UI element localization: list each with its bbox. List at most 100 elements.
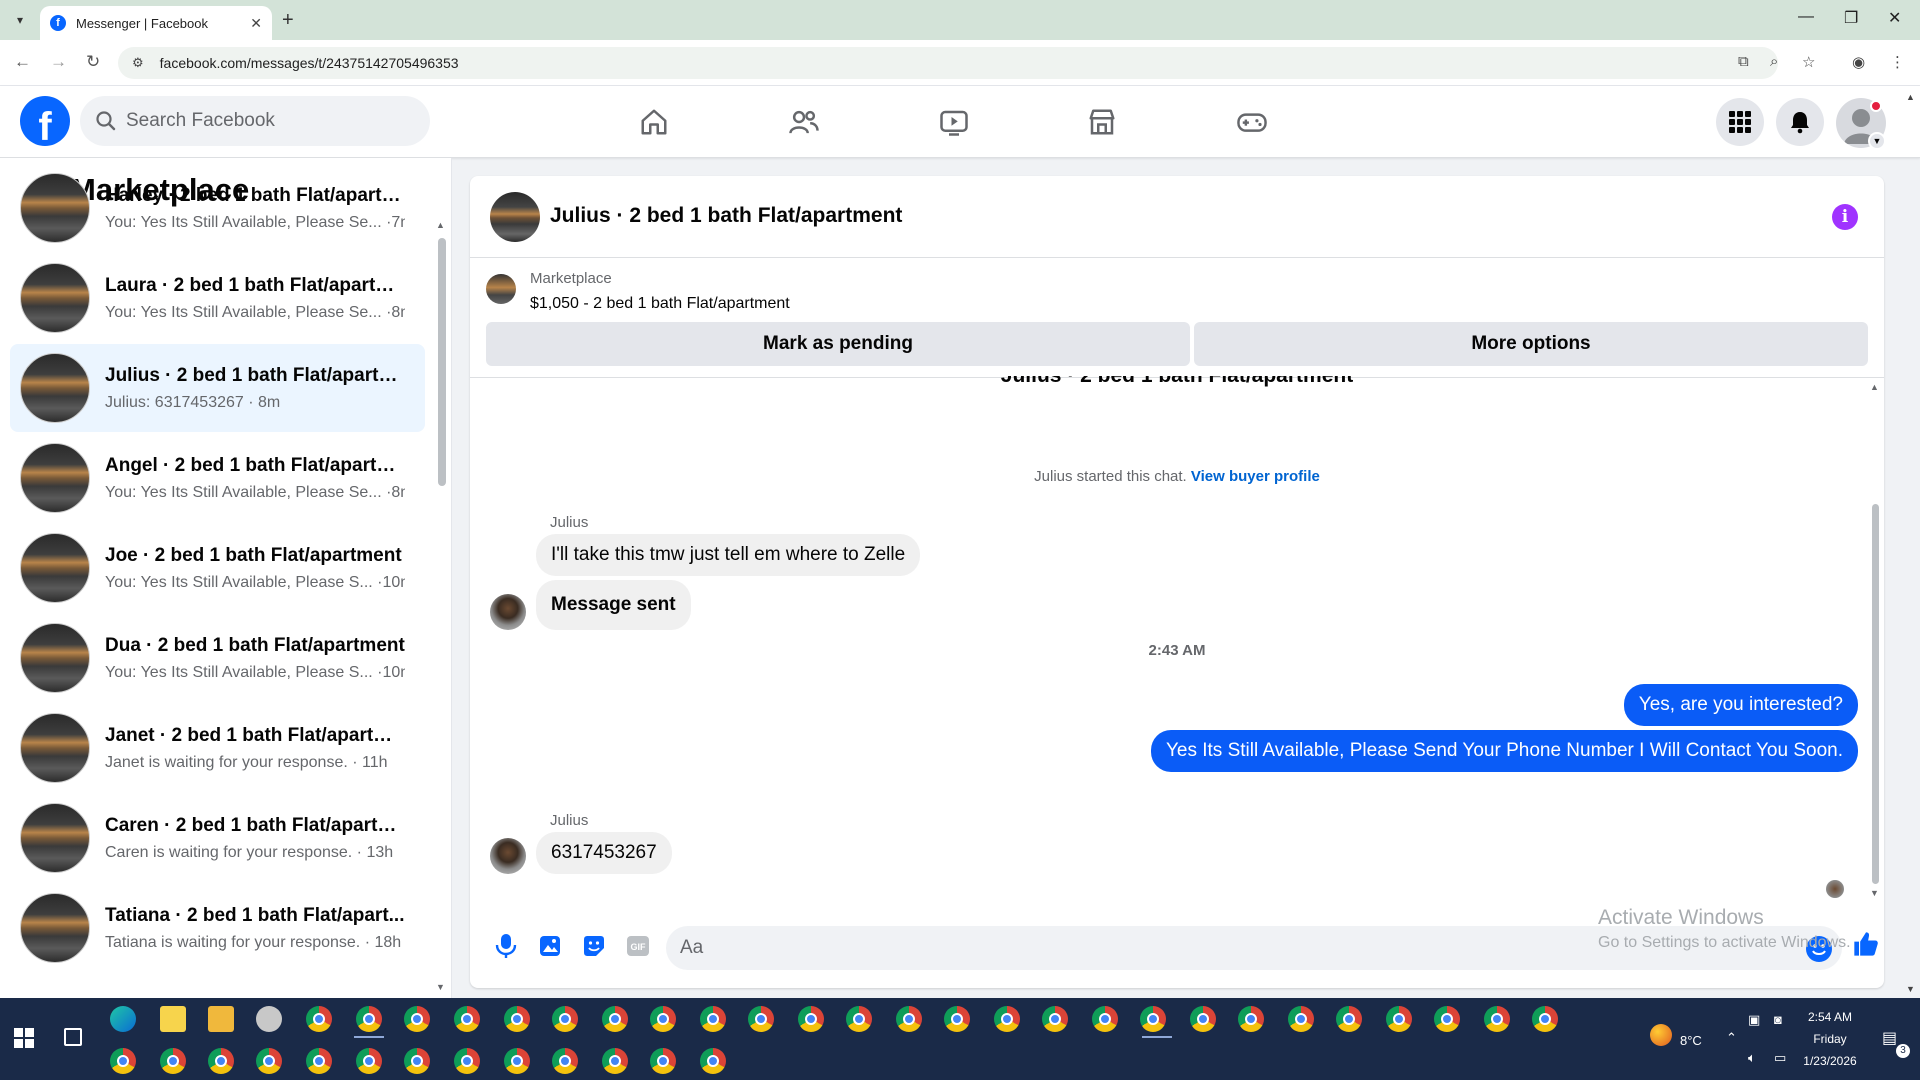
chrome-icon[interactable]: [994, 1006, 1020, 1032]
chrome-icon[interactable]: [454, 1006, 480, 1032]
notification-center-icon[interactable]: ▤: [1882, 1028, 1897, 1048]
minimize-icon[interactable]: —: [1798, 8, 1814, 26]
chevron-up-icon[interactable]: ⌃: [1726, 1030, 1737, 1046]
sidebar-scrollbar[interactable]: [438, 238, 446, 486]
conversation-item[interactable]: Harley · 2 bed 1 bath Flat/apartm... You:…: [10, 164, 425, 252]
conversation-item[interactable]: Angel · 2 bed 1 bath Flat/apartm... You: …: [10, 434, 425, 522]
chrome-icon[interactable]: [356, 1048, 382, 1074]
sticky-notes-icon[interactable]: [160, 1006, 186, 1032]
more-options-button[interactable]: More options: [1194, 322, 1868, 366]
account-chevron-icon[interactable]: ▼: [1868, 132, 1886, 150]
chrome-icon[interactable]: [208, 1048, 234, 1074]
incoming-message[interactable]: I'll take this tmw just tell em where to…: [536, 534, 921, 576]
chrome-icon[interactable]: [602, 1006, 628, 1032]
friends-icon[interactable]: [786, 104, 822, 140]
chrome-icon[interactable]: [1092, 1006, 1118, 1032]
task-view-icon[interactable]: [64, 1028, 82, 1046]
marketplace-icon[interactable]: [1084, 104, 1120, 140]
zoom-icon[interactable]: ⌕: [1770, 53, 1778, 70]
app-icon[interactable]: [256, 1006, 282, 1032]
mark-as-pending-button[interactable]: Mark as pending: [486, 322, 1190, 366]
chrome-icon[interactable]: [1238, 1006, 1264, 1032]
chrome-icon[interactable]: [748, 1006, 774, 1032]
chrome-icon[interactable]: [404, 1048, 430, 1074]
chrome-icon[interactable]: [602, 1048, 628, 1074]
outgoing-message[interactable]: Yes Its Still Available, Please Send You…: [1150, 730, 1858, 772]
home-icon[interactable]: [636, 104, 672, 140]
install-app-icon[interactable]: ⧉: [1738, 53, 1749, 70]
view-buyer-profile-link[interactable]: View buyer profile: [1191, 468, 1320, 485]
chrome-icon[interactable]: [944, 1006, 970, 1032]
listing-price-title[interactable]: $1,050 - 2 bed 1 bath Flat/apartment: [530, 295, 790, 313]
chrome-icon[interactable]: [700, 1048, 726, 1074]
chrome-icon[interactable]: [356, 1006, 382, 1032]
chrome-icon[interactable]: [306, 1048, 332, 1074]
close-window-icon[interactable]: ✕: [1888, 8, 1901, 28]
chrome-icon[interactable]: [1190, 1006, 1216, 1032]
windows-start-icon[interactable]: [14, 1028, 34, 1048]
volume-icon[interactable]: 🔈︎: [1748, 1050, 1756, 1066]
chrome-icon[interactable]: [1434, 1006, 1460, 1032]
chrome-icon[interactable]: [504, 1048, 530, 1074]
site-settings-icon[interactable]: ⚙: [132, 55, 144, 71]
chrome-icon[interactable]: [896, 1006, 922, 1032]
conversation-item[interactable]: Tatiana · 2 bed 1 bath Flat/apart... Tati…: [10, 884, 425, 972]
back-arrow-icon[interactable]: ←: [14, 52, 31, 72]
chrome-icon[interactable]: [650, 1006, 676, 1032]
menu-kebab-icon[interactable]: ⋮: [1890, 53, 1905, 71]
sticker-icon[interactable]: [580, 932, 608, 960]
scroll-down-arrow-icon[interactable]: ▼: [1870, 888, 1879, 898]
chrome-icon[interactable]: [1386, 1006, 1412, 1032]
chrome-icon[interactable]: [650, 1048, 676, 1074]
listing-thumbnail[interactable]: [486, 274, 516, 304]
chrome-icon[interactable]: [454, 1048, 480, 1074]
chrome-icon[interactable]: [504, 1006, 530, 1032]
conversation-item[interactable]: Janet · 2 bed 1 bath Flat/apartme... Jane…: [10, 704, 425, 792]
conversation-item[interactable]: Caren · 2 bed 1 bath Flat/apartm... Caren…: [10, 794, 425, 882]
temperature[interactable]: 8°C: [1680, 1033, 1702, 1048]
photo-icon[interactable]: [536, 932, 564, 960]
conversation-item[interactable]: Dua · 2 bed 1 bath Flat/apartment You: Ye…: [10, 614, 425, 702]
sender-avatar[interactable]: [490, 838, 526, 874]
microphone-icon[interactable]: [492, 932, 520, 960]
clock-day[interactable]: Friday: [1800, 1032, 1860, 1046]
edge-icon[interactable]: [110, 1006, 136, 1032]
conversation-item[interactable]: Laura · 2 bed 1 bath Flat/apartm... You: …: [10, 254, 425, 342]
tab-search-button[interactable]: ▾: [8, 8, 32, 32]
search-box[interactable]: [80, 96, 430, 146]
chrome-icon[interactable]: [700, 1006, 726, 1032]
info-icon[interactable]: i: [1832, 204, 1858, 230]
page-scroll-up-icon[interactable]: ▲: [1906, 92, 1915, 102]
scroll-down-arrow-icon[interactable]: ▼: [436, 982, 445, 992]
scroll-up-arrow-icon[interactable]: ▲: [436, 220, 445, 230]
sender-avatar[interactable]: [490, 594, 526, 630]
chrome-icon[interactable]: [1042, 1006, 1068, 1032]
incoming-message[interactable]: 6317453267: [536, 832, 672, 874]
chrome-icon[interactable]: [306, 1006, 332, 1032]
conversation-item[interactable]: Joe · 2 bed 1 bath Flat/apartment You: Ye…: [10, 524, 425, 612]
chrome-icon[interactable]: [552, 1006, 578, 1032]
network-icon[interactable]: ▭: [1774, 1050, 1786, 1066]
address-bar[interactable]: ⚙ facebook.com/messages/t/24375142705496…: [118, 47, 1778, 79]
chrome-icon[interactable]: [256, 1048, 282, 1074]
camera-icon[interactable]: ◙: [1774, 1012, 1782, 1027]
chrome-icon[interactable]: [552, 1048, 578, 1074]
profile-icon[interactable]: ◉: [1852, 53, 1865, 71]
chrome-icon[interactable]: [160, 1048, 186, 1074]
reload-icon[interactable]: ↻: [86, 52, 100, 72]
chat-scrollbar[interactable]: [1872, 504, 1879, 884]
outgoing-message[interactable]: Yes, are you interested?: [1623, 684, 1858, 726]
scroll-up-arrow-icon[interactable]: ▲: [1870, 382, 1879, 392]
notifications-bell-icon[interactable]: [1776, 98, 1824, 146]
file-explorer-icon[interactable]: [208, 1006, 234, 1032]
new-tab-button[interactable]: +: [282, 9, 294, 32]
chrome-icon[interactable]: [1288, 1006, 1314, 1032]
clock-date[interactable]: 1/23/2026: [1800, 1054, 1860, 1068]
bookmark-star-icon[interactable]: ☆: [1802, 53, 1815, 71]
search-input[interactable]: [126, 110, 386, 132]
close-tab-icon[interactable]: ✕: [250, 15, 262, 32]
incoming-message[interactable]: Message sent: [536, 580, 691, 630]
facebook-logo-icon[interactable]: f: [20, 96, 70, 146]
weather-icon[interactable]: [1650, 1024, 1672, 1046]
listing-avatar[interactable]: [490, 192, 540, 242]
